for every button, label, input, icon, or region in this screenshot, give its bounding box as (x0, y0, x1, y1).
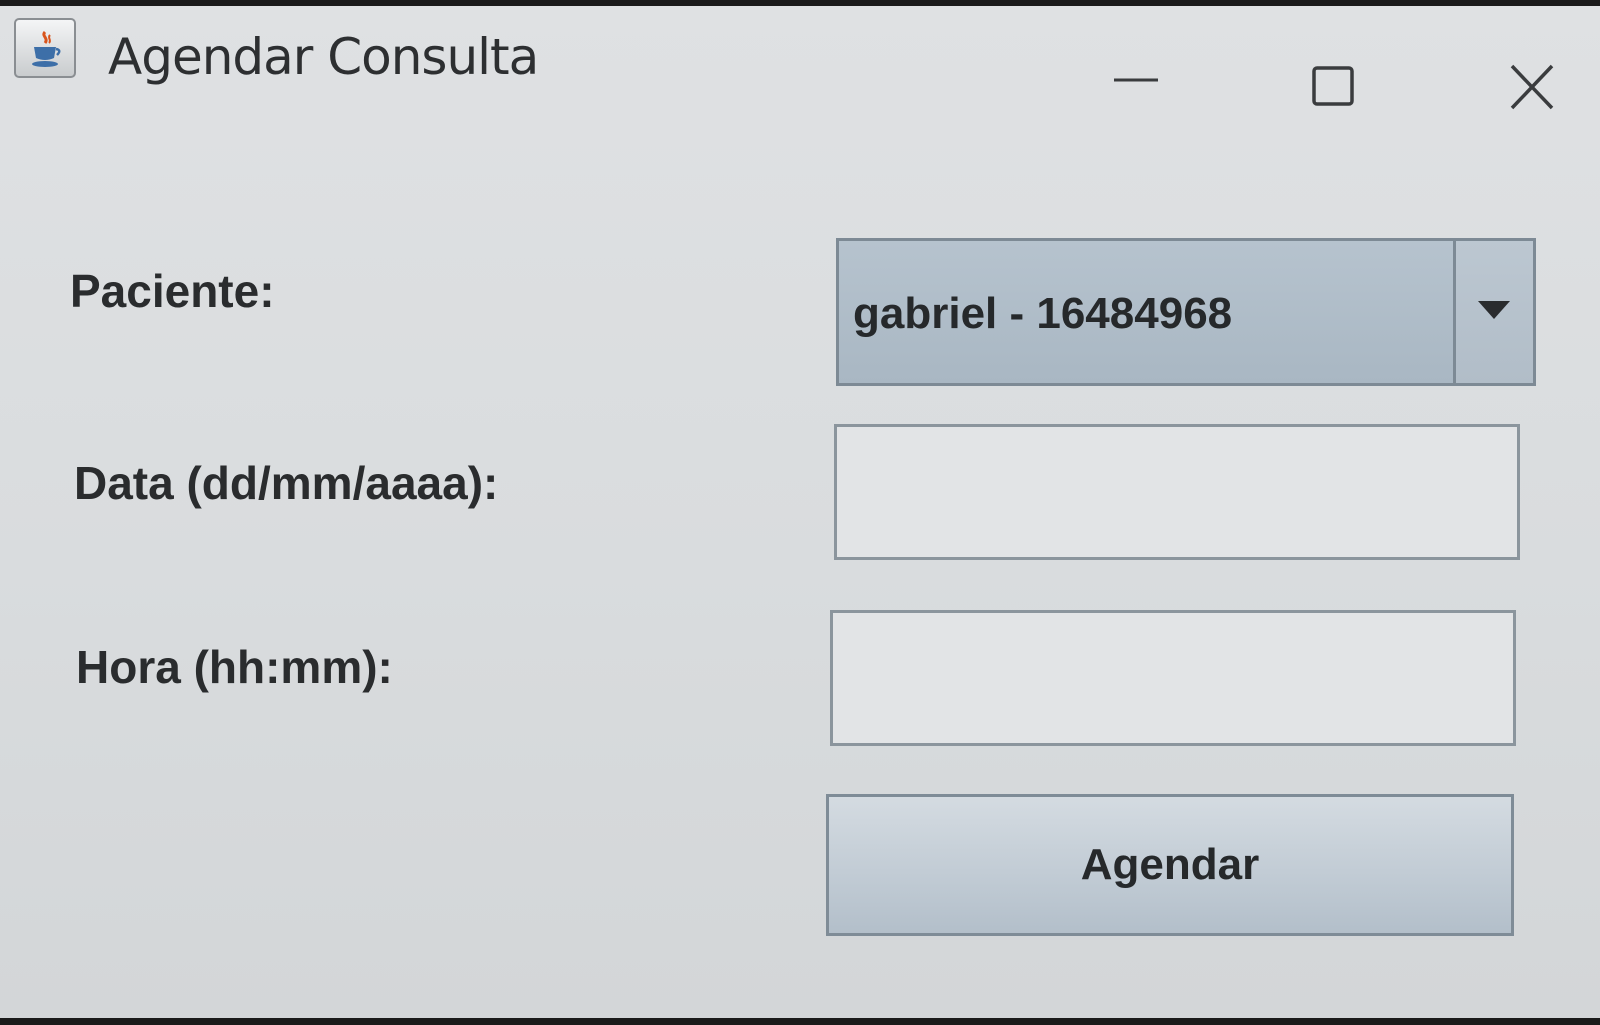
java-cup-icon[interactable] (14, 18, 76, 78)
hora-label: Hora (hh:mm): (76, 641, 393, 693)
close-icon (1510, 64, 1554, 110)
agendar-button[interactable]: Agendar (826, 794, 1514, 936)
window-title: Agendar Consulta (108, 28, 539, 86)
maximize-icon (1312, 66, 1354, 106)
maximize-button[interactable] (1282, 46, 1382, 126)
paciente-label: Paciente: (70, 265, 275, 317)
minimize-icon (1114, 78, 1158, 82)
minimize-button[interactable] (1086, 46, 1186, 126)
close-button[interactable] (1478, 46, 1578, 126)
combobox-dropdown-button[interactable] (1453, 241, 1533, 383)
paciente-combobox[interactable]: gabriel - 16484968 (836, 238, 1536, 386)
chevron-down-icon (1478, 301, 1510, 319)
agendar-consulta-window: Agendar Consulta Paciente: gabriel - 164… (0, 6, 1600, 1018)
paciente-selected-value: gabriel - 16484968 (853, 289, 1233, 338)
title-bar[interactable]: Agendar Consulta (0, 6, 1600, 136)
data-input[interactable] (834, 424, 1520, 560)
data-label: Data (dd/mm/aaaa): (74, 457, 499, 509)
hora-input[interactable] (830, 610, 1516, 746)
